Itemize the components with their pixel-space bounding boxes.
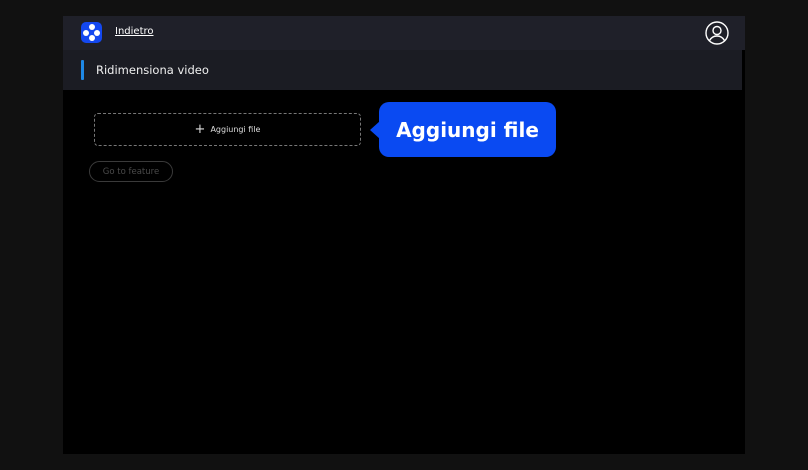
- top-bar: Indietro: [63, 16, 745, 50]
- add-file-label: Aggiungi file: [210, 125, 261, 134]
- app-logo-icon[interactable]: [81, 22, 102, 43]
- page-title: Ridimensiona video: [96, 63, 209, 77]
- user-account-icon[interactable]: [705, 21, 729, 45]
- app-window: Indietro Ridimensiona video + Aggiungi f…: [63, 16, 745, 454]
- page-header: Ridimensiona video: [63, 50, 742, 90]
- add-file-dropzone[interactable]: + Aggiungi file: [94, 113, 361, 146]
- accent-bar: [81, 60, 84, 80]
- go-to-feature-button[interactable]: Go to feature: [89, 161, 173, 182]
- tooltip-callout: Aggiungi file: [370, 102, 556, 157]
- back-link[interactable]: Indietro: [115, 26, 154, 37]
- plus-icon: +: [194, 122, 206, 137]
